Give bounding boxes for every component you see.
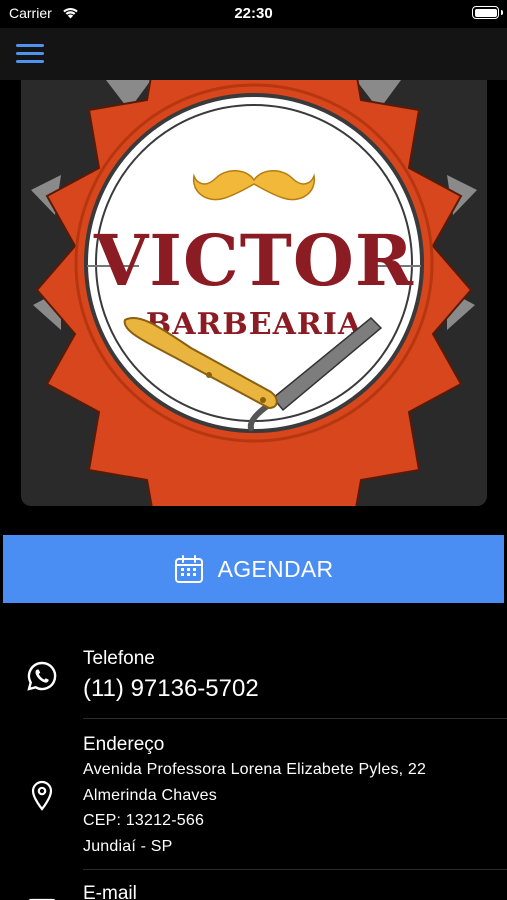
battery-icon [472,6,499,19]
contact-address-row[interactable]: Endereço Avenida Professora Lorena Eliza… [0,720,507,870]
address-line-city: Jundiaí - SP [83,838,173,855]
agendar-button[interactable]: AGENDAR [3,535,504,603]
calendar-icon [174,555,203,583]
status-bar: Carrier 22:30 [0,0,507,28]
logo-name-line2: BARBEARIA [146,307,362,342]
address-title: Endereço [83,734,165,755]
contact-email-row[interactable]: E-mail [0,870,507,900]
navigation-bar [0,28,507,80]
address-line-neighborhood: Almerinda Chaves [83,787,217,804]
divider [83,718,507,719]
phone-value[interactable]: (11) 97136-5702 [83,675,259,703]
clock: 22:30 [234,5,273,22]
agendar-label: AGENDAR [217,555,334,582]
mail-icon [28,898,56,900]
phone-title: Telefone [83,648,155,669]
logo-name-line1: VICTOR [93,219,414,302]
barbershop-logo: VICTOR BARBEARIA [31,80,477,506]
address-line-street: Avenida Professora Lorena Elizabete Pyle… [83,761,427,778]
barbershop-logo-card: VICTOR BARBEARIA [21,80,487,506]
hamburger-menu-icon[interactable] [14,41,46,65]
whatsapp-icon [27,661,57,691]
contact-phone-row[interactable]: Telefone (11) 97136-5702 [0,640,507,720]
email-title: E-mail [83,883,137,900]
address-line-cep: CEP: 13212-566 [83,812,205,829]
location-pin-icon [31,780,53,811]
